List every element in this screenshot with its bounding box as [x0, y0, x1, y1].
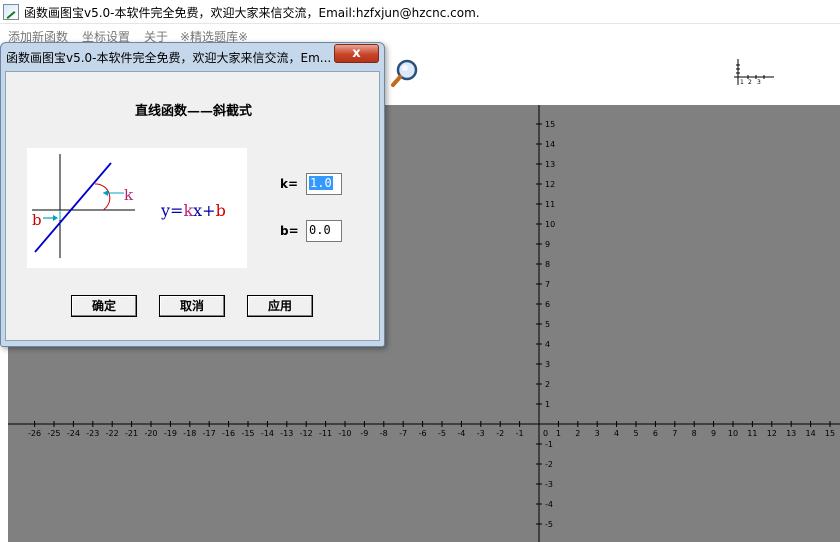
dialog-title: 函数画图宝v5.0-本软件完全免费，欢迎大家来信交流，Em...: [6, 51, 332, 65]
apply-button[interactable]: 应用: [247, 295, 313, 317]
dialog-heading: 直线函数——斜截式: [134, 104, 252, 119]
x-axis-tick-label: -13: [280, 429, 293, 438]
eq-b: b: [216, 201, 226, 220]
x-axis-tick-label: 1: [556, 429, 561, 438]
mini-axis-label: 1: [740, 79, 744, 86]
x-axis-tick-label: 7: [672, 429, 677, 438]
origin-label: 0: [543, 429, 548, 438]
x-axis-tick-label: 9: [711, 429, 716, 438]
mini-axis-label: 3: [757, 79, 761, 86]
y-axis-tick-label: 6: [545, 300, 550, 309]
x-axis-tick-label: 4: [614, 429, 619, 438]
y-axis-tick-label: -5: [545, 520, 553, 529]
x-axis-tick-label: -12: [300, 429, 313, 438]
x-axis-tick-label: -18: [183, 429, 196, 438]
x-axis-tick-label: -7: [399, 429, 407, 438]
x-axis-tick-label: -5: [438, 429, 446, 438]
b-input[interactable]: 0.0: [306, 220, 342, 242]
x-axis-tick-label: -20: [144, 429, 157, 438]
y-axis-tick-label: 3: [545, 360, 550, 369]
x-axis-tick-label: -21: [125, 429, 138, 438]
mini-axis-label: 2: [748, 79, 752, 86]
x-axis-tick-label: -3: [477, 429, 485, 438]
magnifier-icon[interactable]: [390, 58, 420, 88]
y-axis-tick-label: 1: [545, 400, 550, 409]
eq-prefix: y=: [160, 201, 183, 220]
y-axis-tick-label: 14: [545, 140, 555, 149]
x-axis-tick-label: 5: [633, 429, 638, 438]
y-axis-tick-label: 5: [545, 320, 550, 329]
x-axis-tick-label: 2: [575, 429, 580, 438]
x-axis-tick-label: -11: [319, 429, 332, 438]
mini-axis-preview: 1 2 3: [734, 59, 774, 86]
figure-equation: y=kx+b: [160, 201, 226, 220]
x-axis-tick-label: -26: [28, 429, 41, 438]
figure-label-b: b: [32, 211, 42, 229]
x-axis-tick-label: -23: [86, 429, 99, 438]
cancel-button[interactable]: 取消: [159, 295, 225, 317]
y-axis-tick-label: 7: [545, 280, 550, 289]
x-axis-tick-label: -19: [164, 429, 177, 438]
x-axis-tick-label: -6: [419, 429, 427, 438]
x-axis-tick-label: 12: [767, 429, 777, 438]
x-axis-tick-label: -1: [516, 429, 524, 438]
app-window: 函数画图宝v5.0-本软件完全免费，欢迎大家来信交流，Email:hzfxjun…: [0, 0, 840, 542]
x-axis-tick-label: -25: [47, 429, 60, 438]
y-axis-tick-label: 12: [545, 180, 555, 189]
y-axis-tick-label: -3: [545, 480, 553, 489]
eq-k: k: [183, 201, 193, 220]
x-axis-tick-label: 8: [692, 429, 697, 438]
x-axis-tick-label: -2: [496, 429, 504, 438]
linear-function-dialog: 函数画图宝v5.0-本软件完全免费，欢迎大家来信交流，Em... x 直线函数—…: [0, 42, 385, 347]
x-axis-tick-label: -17: [203, 429, 216, 438]
k-input[interactable]: 1.0: [306, 173, 342, 195]
x-axis-tick-label: 13: [786, 429, 796, 438]
y-axis-tick-label: 15: [545, 120, 555, 129]
b-label: b=: [280, 224, 299, 238]
eq-mid: x+: [193, 201, 215, 220]
x-axis-tick-label: -8: [380, 429, 388, 438]
title-bar: 函数画图宝v5.0-本软件完全免费，欢迎大家来信交流，Email:hzfxjun…: [0, 0, 840, 24]
y-axis-tick-label: -1: [545, 440, 553, 449]
y-axis-tick-label: -2: [545, 460, 553, 469]
y-axis-tick-label: 9: [545, 240, 550, 249]
k-label: k=: [280, 177, 299, 191]
y-axis-tick-label: 11: [545, 200, 555, 209]
x-axis-tick-label: -14: [261, 429, 274, 438]
y-axis-tick-label: 4: [545, 340, 550, 349]
slope-intercept-figure: k b y=kx+b: [27, 148, 247, 268]
x-axis-tick-label: -24: [67, 429, 80, 438]
y-axis-tick-label: -4: [545, 500, 553, 509]
ok-button[interactable]: 确定: [71, 295, 137, 317]
x-axis-tick-label: 15: [825, 429, 835, 438]
x-axis-tick-label: -15: [241, 429, 254, 438]
x-axis-tick-label: -16: [222, 429, 235, 438]
y-axis-tick-label: 10: [545, 220, 555, 229]
y-axis-tick-label: 8: [545, 260, 550, 269]
dialog-close-button[interactable]: x: [334, 44, 379, 63]
x-axis-tick-label: 3: [595, 429, 600, 438]
x-axis-tick-label: 14: [806, 429, 816, 438]
figure-label-k: k: [124, 186, 134, 204]
x-axis-tick-label: 6: [653, 429, 658, 438]
x-axis-tick-label: -10: [338, 429, 351, 438]
y-axis-tick-label: 13: [545, 160, 555, 169]
k-value: 1.0: [309, 176, 333, 190]
x-axis-tick-label: -22: [106, 429, 119, 438]
y-axis-tick-label: 2: [545, 380, 550, 389]
app-icon: [3, 4, 19, 20]
x-axis-tick-label: 11: [747, 429, 757, 438]
dialog-body: 直线函数——斜截式 k b y=kx+b k= 1.0 b= 0.0 确定 取消…: [5, 71, 380, 341]
window-title: 函数画图宝v5.0-本软件完全免费，欢迎大家来信交流，Email:hzfxjun…: [24, 6, 480, 20]
x-axis-tick-label: 10: [728, 429, 738, 438]
x-axis-tick-label: -9: [360, 429, 368, 438]
x-axis-tick-label: -4: [457, 429, 465, 438]
